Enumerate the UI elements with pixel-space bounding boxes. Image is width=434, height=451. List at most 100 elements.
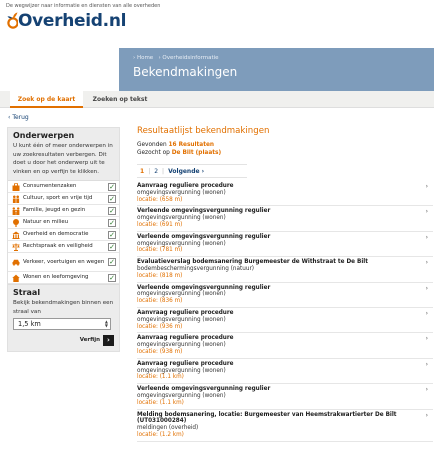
- result-title[interactable]: Verleende omgevingsvergunning regulier: [137, 208, 417, 215]
- topic-label: Natuur en milieu: [23, 219, 69, 226]
- topic-checkbox[interactable]: ✓: [108, 230, 116, 239]
- filter-panel: Onderwerpen U kunt één of meer onderwerp…: [7, 127, 120, 352]
- topic-item-cultuur[interactable]: Cultuur, sport en vrije tijd ✓: [8, 193, 119, 206]
- result-location: locatie: (1.2 km): [137, 431, 184, 438]
- result-item[interactable]: Aanvraag reguliere procedure omgevingsve…: [137, 333, 433, 359]
- chevron-right-icon[interactable]: ›: [426, 310, 428, 317]
- site-tagline: De wegwijzer naar informatie en diensten…: [6, 3, 161, 9]
- radius-description: Bekijk bekendmakingen binnen een straal …: [13, 300, 114, 315]
- chevron-right-icon[interactable]: ›: [426, 361, 428, 368]
- topic-item-wonen[interactable]: Wonen en leefomgeving ✓: [8, 272, 119, 285]
- chevron-right-icon[interactable]: ›: [426, 335, 428, 342]
- result-title[interactable]: Aanvraag reguliere procedure: [137, 335, 417, 342]
- refine-control: Verfijn ›: [13, 334, 114, 346]
- scales-icon: [12, 243, 20, 251]
- topic-checkbox[interactable]: ✓: [108, 218, 116, 227]
- chevron-right-icon[interactable]: ›: [426, 183, 428, 190]
- searched-prefix: Gezocht op: [137, 150, 170, 156]
- topic-item-natuur[interactable]: Natuur en milieu ✓: [8, 217, 119, 230]
- banner-spacer: [0, 48, 119, 91]
- government-building-icon: [12, 231, 20, 239]
- breadcrumb-sep-icon: ›: [158, 55, 161, 61]
- found-count: 16 Resultaten: [168, 142, 215, 148]
- topic-list: Consumentenzaken ✓ Cultuur, sport en vri…: [8, 180, 119, 285]
- chevron-right-icon[interactable]: ›: [426, 259, 428, 266]
- search-tabs: Zoek op de kaart Zoeken op tekst: [0, 91, 434, 108]
- chevron-right-icon[interactable]: ›: [426, 386, 428, 393]
- topic-checkbox[interactable]: ✓: [108, 242, 116, 251]
- topic-item-rechtspraak[interactable]: Rechtspraak en veiligheid ✓: [8, 241, 119, 254]
- result-title[interactable]: Aanvraag reguliere procedure: [137, 310, 417, 317]
- result-item[interactable]: Aanvraag reguliere procedure omgevingsve…: [137, 359, 433, 385]
- result-title[interactable]: Aanvraag reguliere procedure: [137, 183, 417, 190]
- page-2[interactable]: 2: [154, 168, 158, 175]
- result-location: locatie: (938 m): [137, 348, 183, 355]
- topic-item-familie[interactable]: Familie, jeugd en gezin ✓: [8, 205, 119, 218]
- filter-intro: U kunt één of meer onderwerpen in uw zoe…: [13, 143, 113, 175]
- shopping-bag-icon: [12, 182, 20, 191]
- result-item[interactable]: Aanvraag reguliere procedure omgevingsve…: [137, 308, 433, 334]
- chevron-right-icon[interactable]: ›: [426, 208, 428, 215]
- breadcrumb-home[interactable]: Home: [137, 55, 153, 61]
- select-arrows-icon: ▲ ▼: [104, 318, 108, 328]
- result-item[interactable]: Verleende omgevingsvergunning regulier o…: [137, 232, 433, 258]
- topic-item-overheid[interactable]: Overheid en democratie ✓: [8, 229, 119, 242]
- result-item[interactable]: Verleende omgevingsvergunning regulier o…: [137, 206, 433, 232]
- logo-text: Overheid.nl: [18, 11, 127, 31]
- tab-text-search[interactable]: Zoeken op tekst: [88, 91, 152, 108]
- back-link[interactable]: ‹ Terug: [8, 114, 29, 121]
- result-item[interactable]: Aanvraag reguliere procedure omgevingsve…: [137, 181, 433, 207]
- topic-checkbox[interactable]: ✓: [108, 273, 116, 282]
- radius-select[interactable]: 1,5 km ▲ ▼: [13, 317, 111, 330]
- breadcrumb-current[interactable]: Overheidsinformatie: [162, 55, 218, 61]
- refine-label: Verfijn: [79, 337, 100, 344]
- result-location: locatie: (691 m): [137, 221, 183, 228]
- result-type: omgevingsvergunning (wonen): [137, 215, 226, 222]
- result-type: omgevingsvergunning (wonen): [137, 240, 226, 247]
- house-icon: [12, 274, 20, 282]
- pagination: 1 | 2 | Volgende ›: [137, 164, 247, 178]
- topic-checkbox[interactable]: ✓: [108, 206, 116, 215]
- page-banner: › Home › Overheidsinformatie Bekendmakin…: [119, 48, 434, 91]
- result-location: locatie: (658 m): [137, 196, 183, 203]
- topic-checkbox[interactable]: ✓: [108, 258, 116, 267]
- topic-item-verkeer[interactable]: Verkeer, voertuigen en wegen ✓: [8, 253, 119, 273]
- chevron-right-icon[interactable]: ›: [426, 234, 428, 241]
- page-title: Bekendmakingen: [133, 65, 238, 79]
- result-item[interactable]: Melding bodemsanering, locatie: Burgemee…: [137, 410, 433, 442]
- result-title[interactable]: Evaluatieverslag bodemsanering Burgemees…: [137, 259, 417, 266]
- topic-checkbox[interactable]: ✓: [108, 194, 116, 203]
- result-title[interactable]: Melding bodemsanering, locatie: Burgemee…: [137, 412, 417, 426]
- tab-map-search[interactable]: Zoek op de kaart: [10, 91, 83, 108]
- topic-label: Rechtspraak en veiligheid: [23, 243, 93, 250]
- result-item[interactable]: Verleende omgevingsvergunning regulier o…: [137, 283, 433, 308]
- results-count: Gevonden 16 Resultaten: [137, 142, 214, 148]
- chevron-right-icon[interactable]: ›: [426, 412, 428, 419]
- topic-checkbox[interactable]: ✓: [108, 182, 116, 191]
- result-type: omgevingsvergunning (wonen): [137, 392, 226, 399]
- result-title[interactable]: Verleende omgevingsvergunning regulier: [137, 234, 417, 241]
- radius-heading: Straal: [13, 288, 41, 298]
- result-title[interactable]: Verleende omgevingsvergunning regulier: [137, 386, 417, 393]
- site-header: De wegwijzer naar informatie en diensten…: [0, 0, 434, 40]
- searched-location[interactable]: De Bilt (plaats): [172, 150, 221, 156]
- result-title[interactable]: Aanvraag reguliere procedure: [137, 361, 417, 368]
- breadcrumb-sep-icon: ›: [133, 55, 136, 61]
- result-item[interactable]: Verleende omgevingsvergunning regulier o…: [137, 384, 433, 410]
- breadcrumb: › Home › Overheidsinformatie: [133, 55, 219, 61]
- filter-heading: Onderwerpen: [13, 131, 75, 140]
- site-logo[interactable]: Overheid.nl: [6, 11, 126, 31]
- results-title: Resultaatlijst bekendmakingen: [137, 126, 270, 136]
- refine-button[interactable]: ›: [103, 334, 114, 346]
- results-list: Aanvraag reguliere procedure omgevingsve…: [137, 181, 433, 442]
- page-separator: |: [162, 167, 165, 175]
- result-location: locatie: (936 m): [137, 323, 183, 330]
- chevron-right-icon[interactable]: ›: [426, 285, 428, 292]
- result-title[interactable]: Verleende omgevingsvergunning regulier: [137, 285, 417, 292]
- result-item[interactable]: Evaluatieverslag bodemsanering Burgemees…: [137, 257, 433, 283]
- next-page-link[interactable]: Volgende ›: [168, 168, 204, 175]
- people-icon: [12, 195, 20, 203]
- topic-item-consumentenzaken[interactable]: Consumentenzaken ✓: [8, 181, 119, 194]
- result-type: bodembeschermingsvergunning (natuur): [137, 265, 255, 272]
- searched-on: Gezocht op De Bilt (plaats): [137, 150, 221, 156]
